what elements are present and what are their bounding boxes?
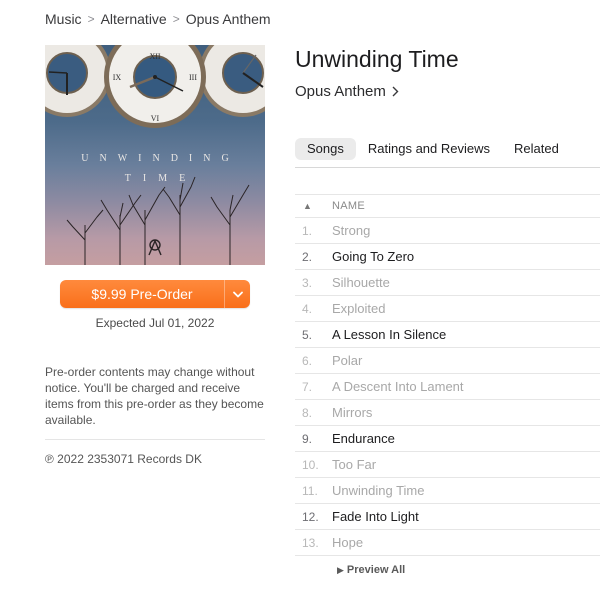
album-artwork: XII VI III IX UNWINDING TIME xyxy=(45,45,265,265)
play-icon: ▶ xyxy=(337,564,344,575)
track-name: Polar xyxy=(332,353,363,368)
breadcrumb-alternative[interactable]: Alternative xyxy=(101,11,167,27)
track-name: Mirrors xyxy=(332,405,373,420)
preorder-notice: Pre-order contents may change without no… xyxy=(45,365,264,427)
track-number: 8. xyxy=(302,405,313,420)
track-number: 2. xyxy=(302,249,313,264)
band-logo xyxy=(148,239,162,256)
track-name: A Descent Into Lament xyxy=(332,379,464,394)
track-row[interactable]: 7. A Descent Into Lament xyxy=(295,374,600,400)
track-number: 1. xyxy=(302,223,313,238)
track-name: Exploited xyxy=(332,301,386,316)
preorder-button-group: $9.99 Pre-Order xyxy=(60,280,250,308)
track-name: Going To Zero xyxy=(332,249,415,264)
artist-name: Opus Anthem xyxy=(295,83,386,100)
track-number: 12. xyxy=(302,509,319,524)
track-number: 11. xyxy=(302,483,318,498)
track-number: 6. xyxy=(302,353,313,368)
artwork-title-line1: UNWINDING xyxy=(81,153,240,164)
chevron-right-icon: > xyxy=(172,12,180,26)
track-row[interactable]: 5. A Lesson In Silence xyxy=(295,322,600,348)
divider xyxy=(45,439,265,440)
track-name: Endurance xyxy=(332,431,395,446)
tab-songs[interactable]: Songs xyxy=(295,138,356,160)
tab-bar: Songs Ratings and Reviews Related xyxy=(295,138,571,160)
track-row[interactable]: 3. Silhouette xyxy=(295,270,600,296)
tab-related[interactable]: Related xyxy=(502,138,571,160)
preview-all-button[interactable]: ▶ Preview All xyxy=(337,564,405,576)
track-number: 7. xyxy=(302,379,313,394)
breadcrumb-artist[interactable]: Opus Anthem xyxy=(186,11,271,27)
track-name: Fade Into Light xyxy=(332,509,419,524)
chevron-right-icon: > xyxy=(87,12,95,26)
track-row[interactable]: 9. Endurance xyxy=(295,426,600,452)
sort-ascending-icon[interactable]: ▲ xyxy=(295,201,332,211)
preview-all-label: Preview All xyxy=(346,564,406,576)
track-number: 9. xyxy=(302,431,313,446)
clock-center: XII VI III IX xyxy=(104,45,206,128)
chevron-down-icon xyxy=(232,291,243,297)
track-number: 13. xyxy=(302,535,319,550)
track-row[interactable]: 11. Unwinding Time xyxy=(295,478,600,504)
clock-right xyxy=(199,45,265,117)
track-list: ▲ NAME 1. Strong 2. Going To Zero 3. Silhouet… xyxy=(295,194,600,556)
column-header-name[interactable]: NAME xyxy=(332,200,365,212)
track-number: 4. xyxy=(302,301,313,316)
chevron-right-icon xyxy=(392,86,399,97)
svg-text:III: III xyxy=(189,73,197,82)
artist-link[interactable]: Opus Anthem xyxy=(295,83,399,100)
track-name: Unwinding Time xyxy=(332,483,425,498)
track-row[interactable]: 2. Going To Zero xyxy=(295,244,600,270)
track-row[interactable]: 6. Polar xyxy=(295,348,600,374)
track-list-header: ▲ NAME xyxy=(295,194,600,218)
track-number: 3. xyxy=(302,275,313,290)
track-row[interactable]: 4. Exploited xyxy=(295,296,600,322)
track-number: 10. xyxy=(302,457,319,472)
track-row[interactable]: 13. Hope xyxy=(295,530,600,556)
svg-text:XII: XII xyxy=(149,52,160,61)
svg-text:IX: IX xyxy=(113,73,122,82)
track-row[interactable]: 8. Mirrors xyxy=(295,400,600,426)
breadcrumb-music[interactable]: Music xyxy=(45,11,82,27)
preorder-options-button[interactable] xyxy=(224,280,250,308)
track-name: Silhouette xyxy=(332,275,390,290)
tab-divider xyxy=(295,167,600,168)
tab-ratings-reviews[interactable]: Ratings and Reviews xyxy=(356,138,502,160)
copyright: ℗ 2022 2353071 Records DK xyxy=(45,452,202,466)
track-name: Hope xyxy=(332,535,364,550)
svg-text:VI: VI xyxy=(151,114,160,123)
track-row[interactable]: 1. Strong xyxy=(295,218,600,244)
track-name: Too Far xyxy=(332,457,377,472)
album-title: Unwinding Time xyxy=(295,46,459,72)
track-row[interactable]: 10. Too Far xyxy=(295,452,600,478)
clock-left xyxy=(45,45,111,117)
track-number: 5. xyxy=(302,327,313,342)
expected-release-date: Expected Jul 01, 2022 xyxy=(95,316,215,330)
breadcrumb: Music > Alternative > Opus Anthem xyxy=(45,11,271,27)
artwork-title-line2: TIME xyxy=(124,173,198,184)
track-name: Strong xyxy=(332,223,371,238)
preorder-button[interactable]: $9.99 Pre-Order xyxy=(60,280,224,308)
tree-silhouettes xyxy=(66,176,250,265)
track-row[interactable]: 12. Fade Into Light xyxy=(295,504,600,530)
track-name: A Lesson In Silence xyxy=(332,327,447,342)
